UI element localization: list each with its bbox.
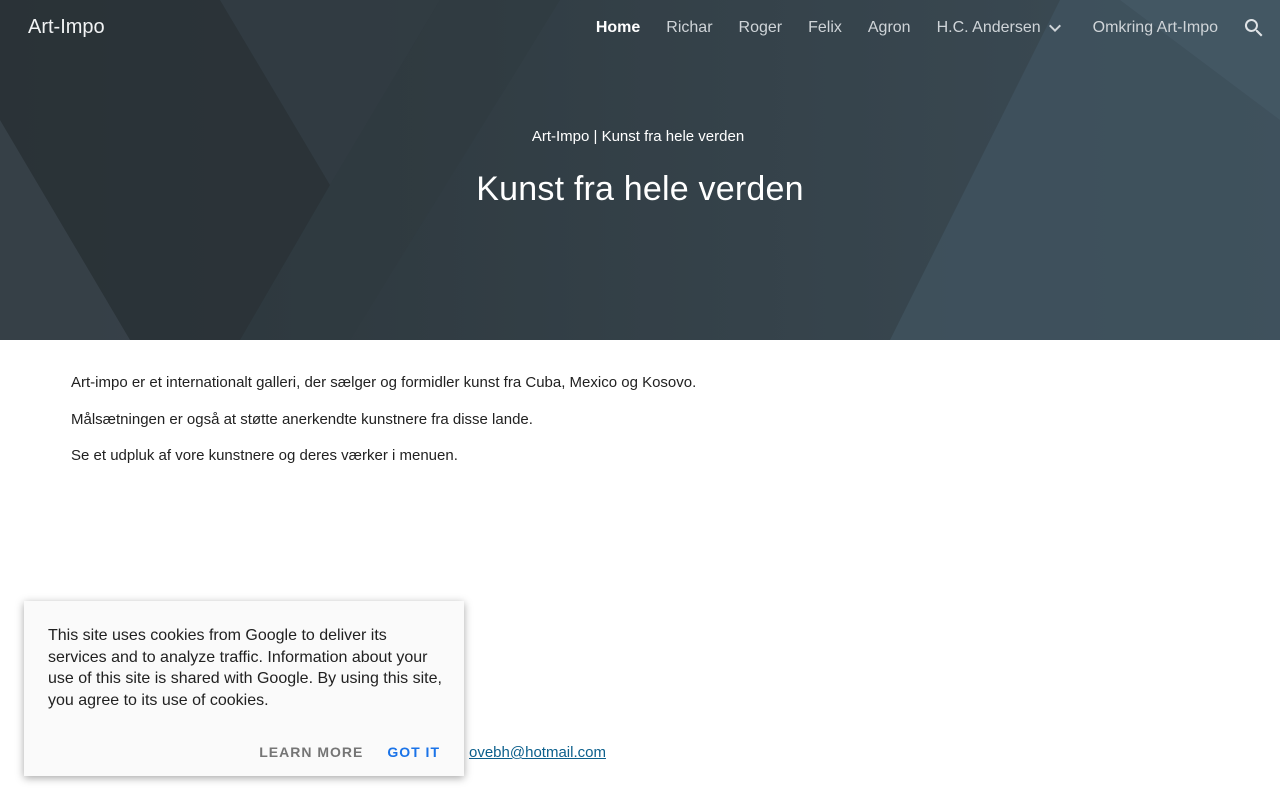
nav-item-home[interactable]: Home [596,0,640,56]
cookie-notice-text: This site uses cookies from Google to de… [48,627,442,709]
learn-more-button[interactable]: LEARN MORE [251,744,371,760]
cookie-actions: LEARN MORE GOT IT [243,744,448,760]
nav-item-agron[interactable]: Agron [868,0,911,56]
cookie-banner: This site uses cookies from Google to de… [24,601,464,776]
nav-item-roger[interactable]: Roger [739,0,783,56]
nav-item-omkring[interactable]: Omkring Art-Impo [1093,0,1218,56]
main-nav: Home Richar Roger Felix Agron H.C. Ander… [596,0,1280,56]
nav-item-hc-andersen-label: H.C. Andersen [936,19,1041,36]
search-icon [1244,19,1263,37]
hero-subtitle: Art-Impo | Kunst fra hele verden [531,128,745,145]
nav-item-hc-andersen[interactable]: H.C. Andersen [937,0,1067,56]
intro-paragraph: Art-impo er et internationalt galleri, d… [71,374,697,391]
chevron-down-icon[interactable] [1043,16,1067,40]
hero-banner: Art-Impo Home Richar Roger Felix Agron H… [0,0,1280,340]
goal-paragraph: Målsætningen er også at støtte anerkendt… [71,410,533,428]
site-title[interactable]: Art-Impo [28,16,105,39]
menu-hint-paragraph: Se et udpluk af vore kunstnere og deres … [71,447,458,464]
got-it-button[interactable]: GOT IT [379,744,448,760]
nav-item-richar[interactable]: Richar [666,0,712,56]
search-button[interactable] [1242,16,1266,40]
hero-title: Kunst fra hele verden [476,170,804,208]
email-link[interactable]: ovebh@hotmail.com [469,744,606,761]
main-content: Art-impo er et internationalt galleri, d… [71,372,971,482]
nav-item-felix[interactable]: Felix [808,0,842,56]
